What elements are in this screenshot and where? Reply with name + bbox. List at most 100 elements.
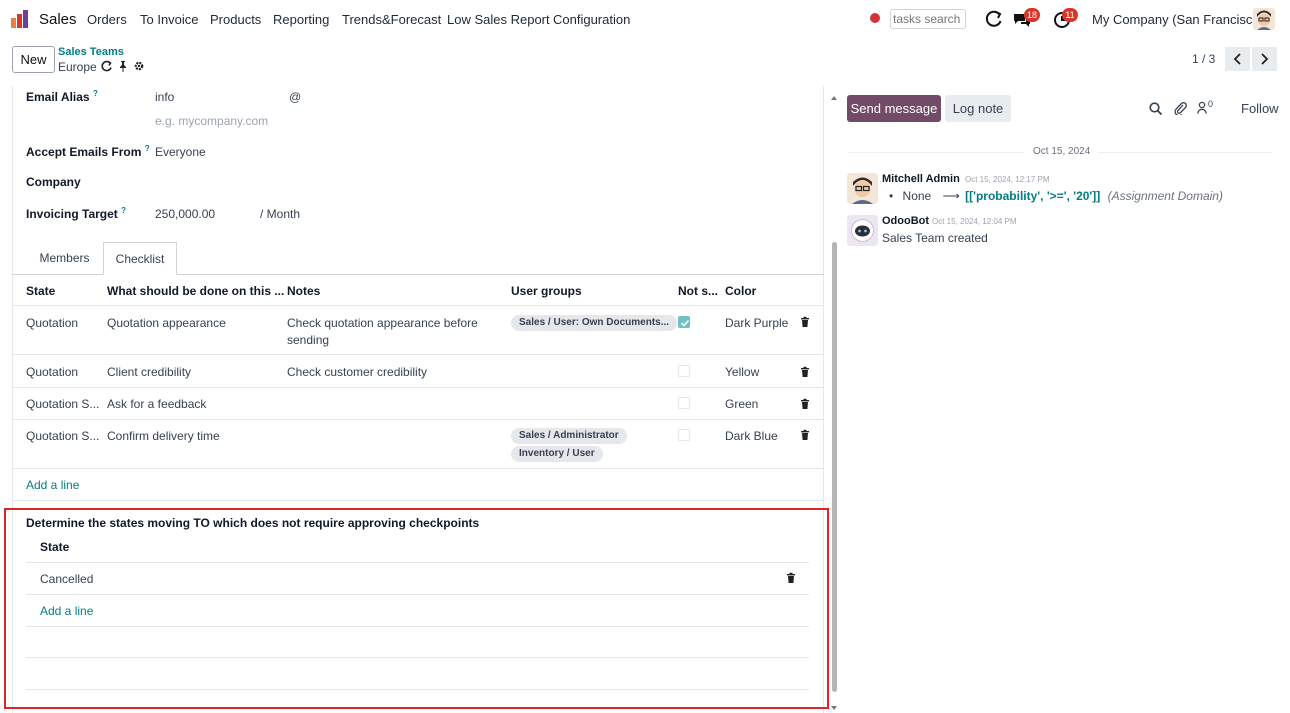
message-date: Oct 15, 2024, 12:17 PM bbox=[965, 175, 1050, 184]
pager-previous-button[interactable] bbox=[1225, 47, 1250, 71]
row-4-group-tag[interactable]: Inventory / User bbox=[511, 446, 603, 462]
column-header-state[interactable]: State bbox=[26, 284, 55, 298]
menu-to-invoice[interactable]: To Invoice bbox=[140, 12, 199, 27]
message-date: Oct 15, 2024, 12:04 PM bbox=[932, 217, 1017, 226]
paperclip-icon[interactable] bbox=[1174, 101, 1187, 115]
trash-icon[interactable] bbox=[799, 429, 811, 441]
checklist-add-line[interactable]: Add a line bbox=[26, 478, 79, 492]
row-3-color[interactable]: Green bbox=[725, 397, 758, 411]
discard-refresh-icon[interactable] bbox=[101, 60, 113, 72]
followers-icon[interactable] bbox=[1197, 101, 1207, 114]
tracking-field-name: (Assignment Domain) bbox=[1107, 189, 1223, 203]
scroll-up-icon[interactable] bbox=[831, 94, 837, 102]
chevron-right-icon bbox=[1261, 53, 1269, 65]
divider bbox=[13, 419, 823, 420]
row-2-color[interactable]: Yellow bbox=[725, 365, 759, 379]
row-4-task[interactable]: Confirm delivery time bbox=[107, 429, 220, 443]
user-avatar[interactable] bbox=[1253, 8, 1275, 30]
row-1-notes-line-1[interactable]: Check quotation appearance before bbox=[287, 316, 478, 330]
trash-icon[interactable] bbox=[799, 366, 811, 378]
pager-next-button[interactable] bbox=[1252, 47, 1277, 71]
tracking-value-change: • None ⟶ [['probability', '>=', '20']] (… bbox=[889, 189, 1223, 203]
sales-app-icon[interactable] bbox=[11, 10, 31, 28]
column-header-color[interactable]: Color bbox=[725, 284, 756, 298]
breadcrumb-sales-teams[interactable]: Sales Teams bbox=[58, 46, 124, 58]
message-author[interactable]: OdooBot bbox=[882, 215, 929, 227]
row-4-color[interactable]: Dark Blue bbox=[725, 429, 778, 443]
message-author[interactable]: Mitchell Admin bbox=[882, 173, 960, 185]
column-header-not-skippable[interactable]: Not s... bbox=[678, 284, 718, 298]
message-body: Sales Team created bbox=[882, 231, 988, 245]
row-1-notes-line-2[interactable]: sending bbox=[287, 333, 329, 347]
menu-products[interactable]: Products bbox=[210, 12, 261, 27]
menu-reporting[interactable]: Reporting bbox=[273, 12, 329, 27]
row-4-not-skippable-checkbox[interactable] bbox=[678, 429, 690, 441]
company-switcher[interactable]: My Company (San Francisco) bbox=[1092, 12, 1264, 27]
date-separator: Oct 15, 2024 bbox=[1025, 146, 1099, 157]
tab-members[interactable]: Members bbox=[26, 242, 103, 275]
divider bbox=[13, 354, 823, 355]
new-button[interactable]: New bbox=[12, 46, 55, 73]
messages-badge: 18 bbox=[1024, 8, 1041, 22]
trash-icon[interactable] bbox=[799, 398, 811, 410]
search-icon[interactable] bbox=[1149, 102, 1162, 115]
menu-orders[interactable]: Orders bbox=[87, 12, 127, 27]
row-3-task[interactable]: Ask for a feedback bbox=[107, 397, 206, 411]
row-1-not-skippable-checkbox[interactable] bbox=[678, 316, 690, 328]
divider bbox=[13, 468, 823, 469]
gear-icon[interactable] bbox=[133, 60, 145, 72]
row-1-state[interactable]: Quotation bbox=[26, 316, 78, 330]
email-alias-at: @ bbox=[289, 90, 302, 104]
accept-emails-from-label: Accept Emails From ? bbox=[26, 144, 150, 159]
invoicing-target-label: Invoicing Target ? bbox=[26, 206, 127, 221]
mitchell-admin-avatar[interactable] bbox=[847, 173, 878, 204]
column-header-task[interactable]: What should be done on this ... bbox=[107, 284, 284, 298]
menu-trends-forecast[interactable]: Trends&Forecast bbox=[342, 12, 441, 27]
trash-icon[interactable] bbox=[799, 316, 811, 328]
column-header-user-groups[interactable]: User groups bbox=[511, 284, 582, 298]
row-3-not-skippable-checkbox[interactable] bbox=[678, 397, 690, 409]
notebook-tabs: Members Checklist bbox=[12, 242, 824, 275]
top-navbar: Sales Orders To Invoice Products Reporti… bbox=[0, 0, 1290, 38]
recording-indicator[interactable] bbox=[870, 13, 880, 23]
row-2-not-skippable-checkbox[interactable] bbox=[678, 365, 690, 377]
refresh-icon[interactable] bbox=[984, 9, 1004, 29]
tracking-new-value: [['probability', '>=', '20']] bbox=[965, 189, 1101, 203]
tasks-search-input[interactable] bbox=[890, 9, 966, 29]
send-message-button[interactable]: Send message bbox=[847, 95, 941, 122]
follow-button[interactable]: Follow bbox=[1241, 101, 1279, 116]
tracking-old-value: None bbox=[902, 189, 932, 203]
highlight-box bbox=[4, 508, 829, 709]
followers-count[interactable]: 0 bbox=[1208, 99, 1213, 109]
pager-value[interactable]: 1 / 3 bbox=[1192, 52, 1215, 66]
email-alias-input[interactable]: info bbox=[155, 90, 174, 104]
pin-icon[interactable] bbox=[117, 60, 129, 72]
divider bbox=[13, 305, 823, 306]
invoicing-target-unit: / Month bbox=[260, 207, 301, 221]
row-1-group-tag[interactable]: Sales / User: Own Documents... bbox=[511, 315, 678, 331]
menu-configuration[interactable]: Configuration bbox=[553, 12, 630, 27]
tab-checklist[interactable]: Checklist bbox=[103, 242, 177, 275]
scrollbar-thumb[interactable] bbox=[832, 242, 837, 692]
row-1-task[interactable]: Quotation appearance bbox=[107, 316, 226, 330]
email-alias-label: Email Alias ? bbox=[26, 89, 98, 104]
column-header-notes[interactable]: Notes bbox=[287, 284, 320, 298]
row-2-task[interactable]: Client credibility bbox=[107, 365, 191, 379]
row-2-state[interactable]: Quotation bbox=[26, 365, 78, 379]
invoicing-target-input[interactable]: 250,000.00 bbox=[155, 207, 215, 221]
chevron-left-icon bbox=[1233, 53, 1241, 65]
log-note-button[interactable]: Log note bbox=[945, 95, 1011, 122]
row-3-state[interactable]: Quotation S... bbox=[26, 397, 99, 411]
row-4-state[interactable]: Quotation S... bbox=[26, 429, 99, 443]
row-1-color[interactable]: Dark Purple bbox=[725, 316, 788, 330]
row-4-group-tag[interactable]: Sales / Administrator bbox=[511, 428, 627, 444]
menu-low-sales-report[interactable]: Low Sales Report bbox=[447, 12, 550, 27]
accept-emails-from-select[interactable]: Everyone bbox=[155, 145, 206, 159]
divider bbox=[13, 387, 823, 388]
row-2-notes[interactable]: Check customer credibility bbox=[287, 365, 427, 379]
checkmark-icon bbox=[680, 319, 690, 327]
email-domain-field[interactable]: e.g. mycompany.com bbox=[155, 114, 268, 128]
scroll-down-icon[interactable] bbox=[831, 704, 837, 712]
app-name[interactable]: Sales bbox=[39, 11, 77, 28]
odoobot-avatar[interactable] bbox=[847, 215, 878, 246]
